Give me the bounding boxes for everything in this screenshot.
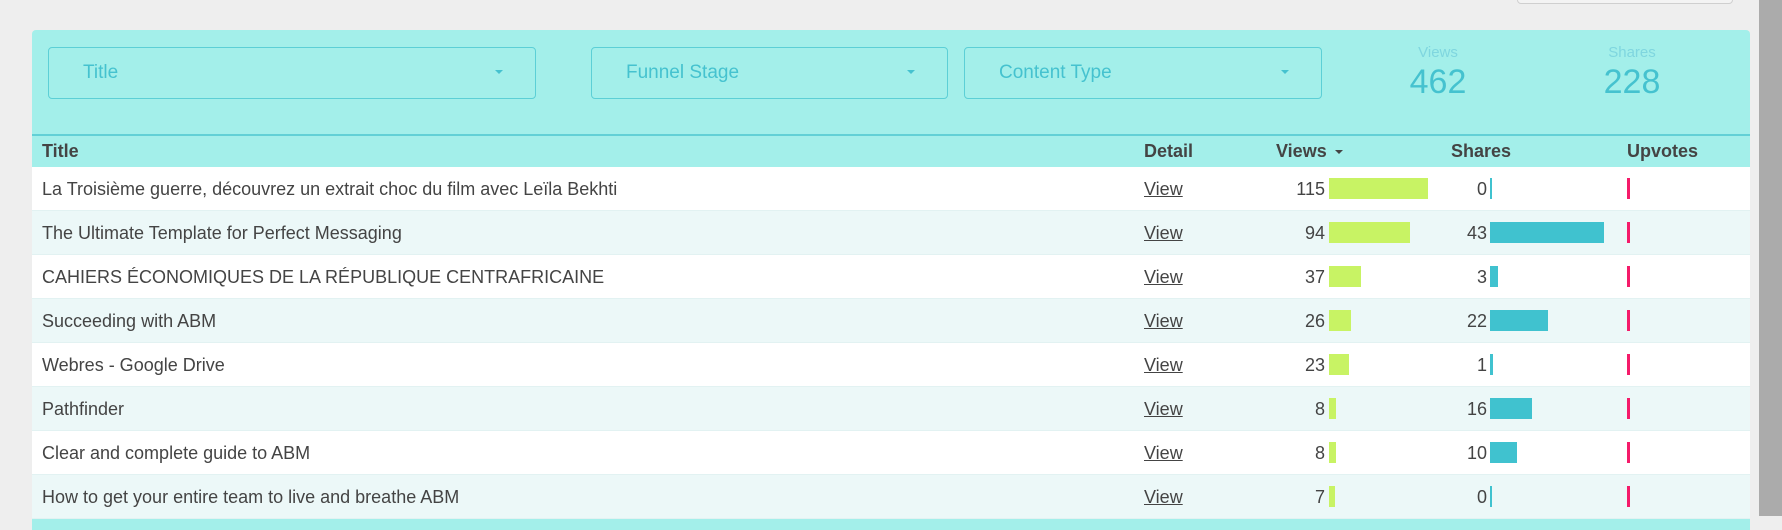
views-scorecard: Views 462 xyxy=(1358,44,1518,102)
header-upvotes[interactable]: Upvotes xyxy=(1627,141,1698,162)
row-title: How to get your entire team to live and … xyxy=(42,487,460,507)
views-bar xyxy=(1329,266,1361,287)
chevron-down-icon xyxy=(1281,70,1289,74)
views-value: 94 xyxy=(1304,223,1325,243)
view-detail-link[interactable]: View xyxy=(1144,487,1183,508)
content-dashboard-panel: Title Funnel Stage Content Type Views 46… xyxy=(32,30,1750,530)
upvotes-bar xyxy=(1627,266,1630,287)
row-title: The Ultimate Template for Perfect Messag… xyxy=(42,223,402,243)
views-value: 8 xyxy=(1314,399,1325,419)
table-row: CAHIERS ÉCONOMIQUES DE LA RÉPUBLIQUE CEN… xyxy=(32,255,1750,299)
header-detail[interactable]: Detail xyxy=(1144,141,1193,162)
upvotes-bar xyxy=(1627,354,1630,375)
table-row: Clear and complete guide to ABM View 8 10 xyxy=(32,431,1750,475)
header-shares[interactable]: Shares xyxy=(1451,141,1511,162)
table-header: Title Detail Views Shares Upvotes xyxy=(32,134,1750,167)
table-row: Webres - Google Drive View 23 1 xyxy=(32,343,1750,387)
view-detail-link[interactable]: View xyxy=(1144,267,1183,288)
shares-value: 0 xyxy=(1476,179,1487,199)
row-title: CAHIERS ÉCONOMIQUES DE LA RÉPUBLIQUE CEN… xyxy=(42,267,605,287)
views-bar xyxy=(1329,178,1428,199)
views-bar xyxy=(1329,310,1352,331)
shares-bar xyxy=(1490,442,1517,463)
header-title[interactable]: Title xyxy=(42,141,79,162)
views-bar xyxy=(1329,442,1336,463)
funnel-stage-filter-dropdown[interactable]: Funnel Stage xyxy=(591,47,948,99)
upvotes-bar xyxy=(1627,486,1630,507)
table-row: How to get your entire team to live and … xyxy=(32,475,1750,519)
row-title: Webres - Google Drive xyxy=(42,355,225,375)
chevron-down-icon xyxy=(495,70,503,74)
shares-value: 16 xyxy=(1466,399,1487,419)
view-detail-link[interactable]: View xyxy=(1144,355,1183,376)
views-value: 37 xyxy=(1304,267,1325,287)
shares-scorecard-label: Shares xyxy=(1608,44,1656,61)
views-value: 8 xyxy=(1314,443,1325,463)
views-bar xyxy=(1329,486,1336,507)
table-row: The Ultimate Template for Perfect Messag… xyxy=(32,211,1750,255)
upvotes-bar xyxy=(1627,442,1630,463)
upvotes-bar xyxy=(1627,310,1630,331)
top-right-button[interactable] xyxy=(1517,0,1733,4)
shares-scorecard: Shares 228 xyxy=(1552,44,1712,102)
funnel-stage-filter-label: Funnel Stage xyxy=(626,62,740,83)
view-detail-link[interactable]: View xyxy=(1144,443,1183,464)
shares-value: 0 xyxy=(1476,487,1487,507)
shares-value: 43 xyxy=(1466,223,1487,243)
chevron-down-icon xyxy=(907,70,915,74)
row-title: Succeeding with ABM xyxy=(42,311,217,331)
scrollbar[interactable] xyxy=(1759,0,1782,516)
views-value: 23 xyxy=(1304,355,1325,375)
shares-value: 3 xyxy=(1476,267,1487,287)
shares-value: 10 xyxy=(1466,443,1487,463)
shares-value: 1 xyxy=(1476,355,1487,375)
shares-bar xyxy=(1490,486,1492,507)
views-value: 7 xyxy=(1314,487,1325,507)
header-views-label: Views xyxy=(1276,141,1327,161)
table-row: La Troisième guerre, découvrez un extrai… xyxy=(32,167,1750,211)
view-detail-link[interactable]: View xyxy=(1144,223,1183,244)
shares-scorecard-value: 228 xyxy=(1603,63,1661,101)
shares-value: 22 xyxy=(1466,311,1487,331)
views-bar xyxy=(1329,222,1410,243)
title-filter-label: Title xyxy=(83,62,119,83)
table-row: Succeeding with ABM View 26 22 xyxy=(32,299,1750,343)
views-value: 26 xyxy=(1304,311,1325,331)
shares-bar xyxy=(1490,178,1492,199)
shares-bar xyxy=(1490,266,1498,287)
views-scorecard-label: Views xyxy=(1418,44,1458,61)
shares-bar xyxy=(1490,354,1493,375)
sort-descending-icon xyxy=(1334,150,1343,155)
views-scorecard-value: 462 xyxy=(1409,63,1467,101)
shares-bar xyxy=(1490,222,1604,243)
upvotes-bar xyxy=(1627,222,1630,243)
header-views[interactable]: Views xyxy=(1276,141,1343,162)
row-title: La Troisième guerre, découvrez un extrai… xyxy=(42,179,618,199)
upvotes-bar xyxy=(1627,178,1630,199)
views-bar xyxy=(1329,354,1349,375)
view-detail-link[interactable]: View xyxy=(1144,179,1183,200)
view-detail-link[interactable]: View xyxy=(1144,311,1183,332)
row-title: Pathfinder xyxy=(42,399,125,419)
upvotes-bar xyxy=(1627,398,1630,419)
shares-bar xyxy=(1490,310,1549,331)
content-type-filter-label: Content Type xyxy=(999,62,1112,83)
table-body: La Troisième guerre, découvrez un extrai… xyxy=(32,167,1750,519)
table-row: Pathfinder View 8 16 xyxy=(32,387,1750,431)
views-bar xyxy=(1329,398,1336,419)
title-filter-dropdown[interactable]: Title xyxy=(48,47,536,99)
shares-bar xyxy=(1490,398,1533,419)
view-detail-link[interactable]: View xyxy=(1144,399,1183,420)
content-type-filter-dropdown[interactable]: Content Type xyxy=(964,47,1322,99)
row-title: Clear and complete guide to ABM xyxy=(42,443,311,463)
views-value: 115 xyxy=(1296,179,1325,199)
